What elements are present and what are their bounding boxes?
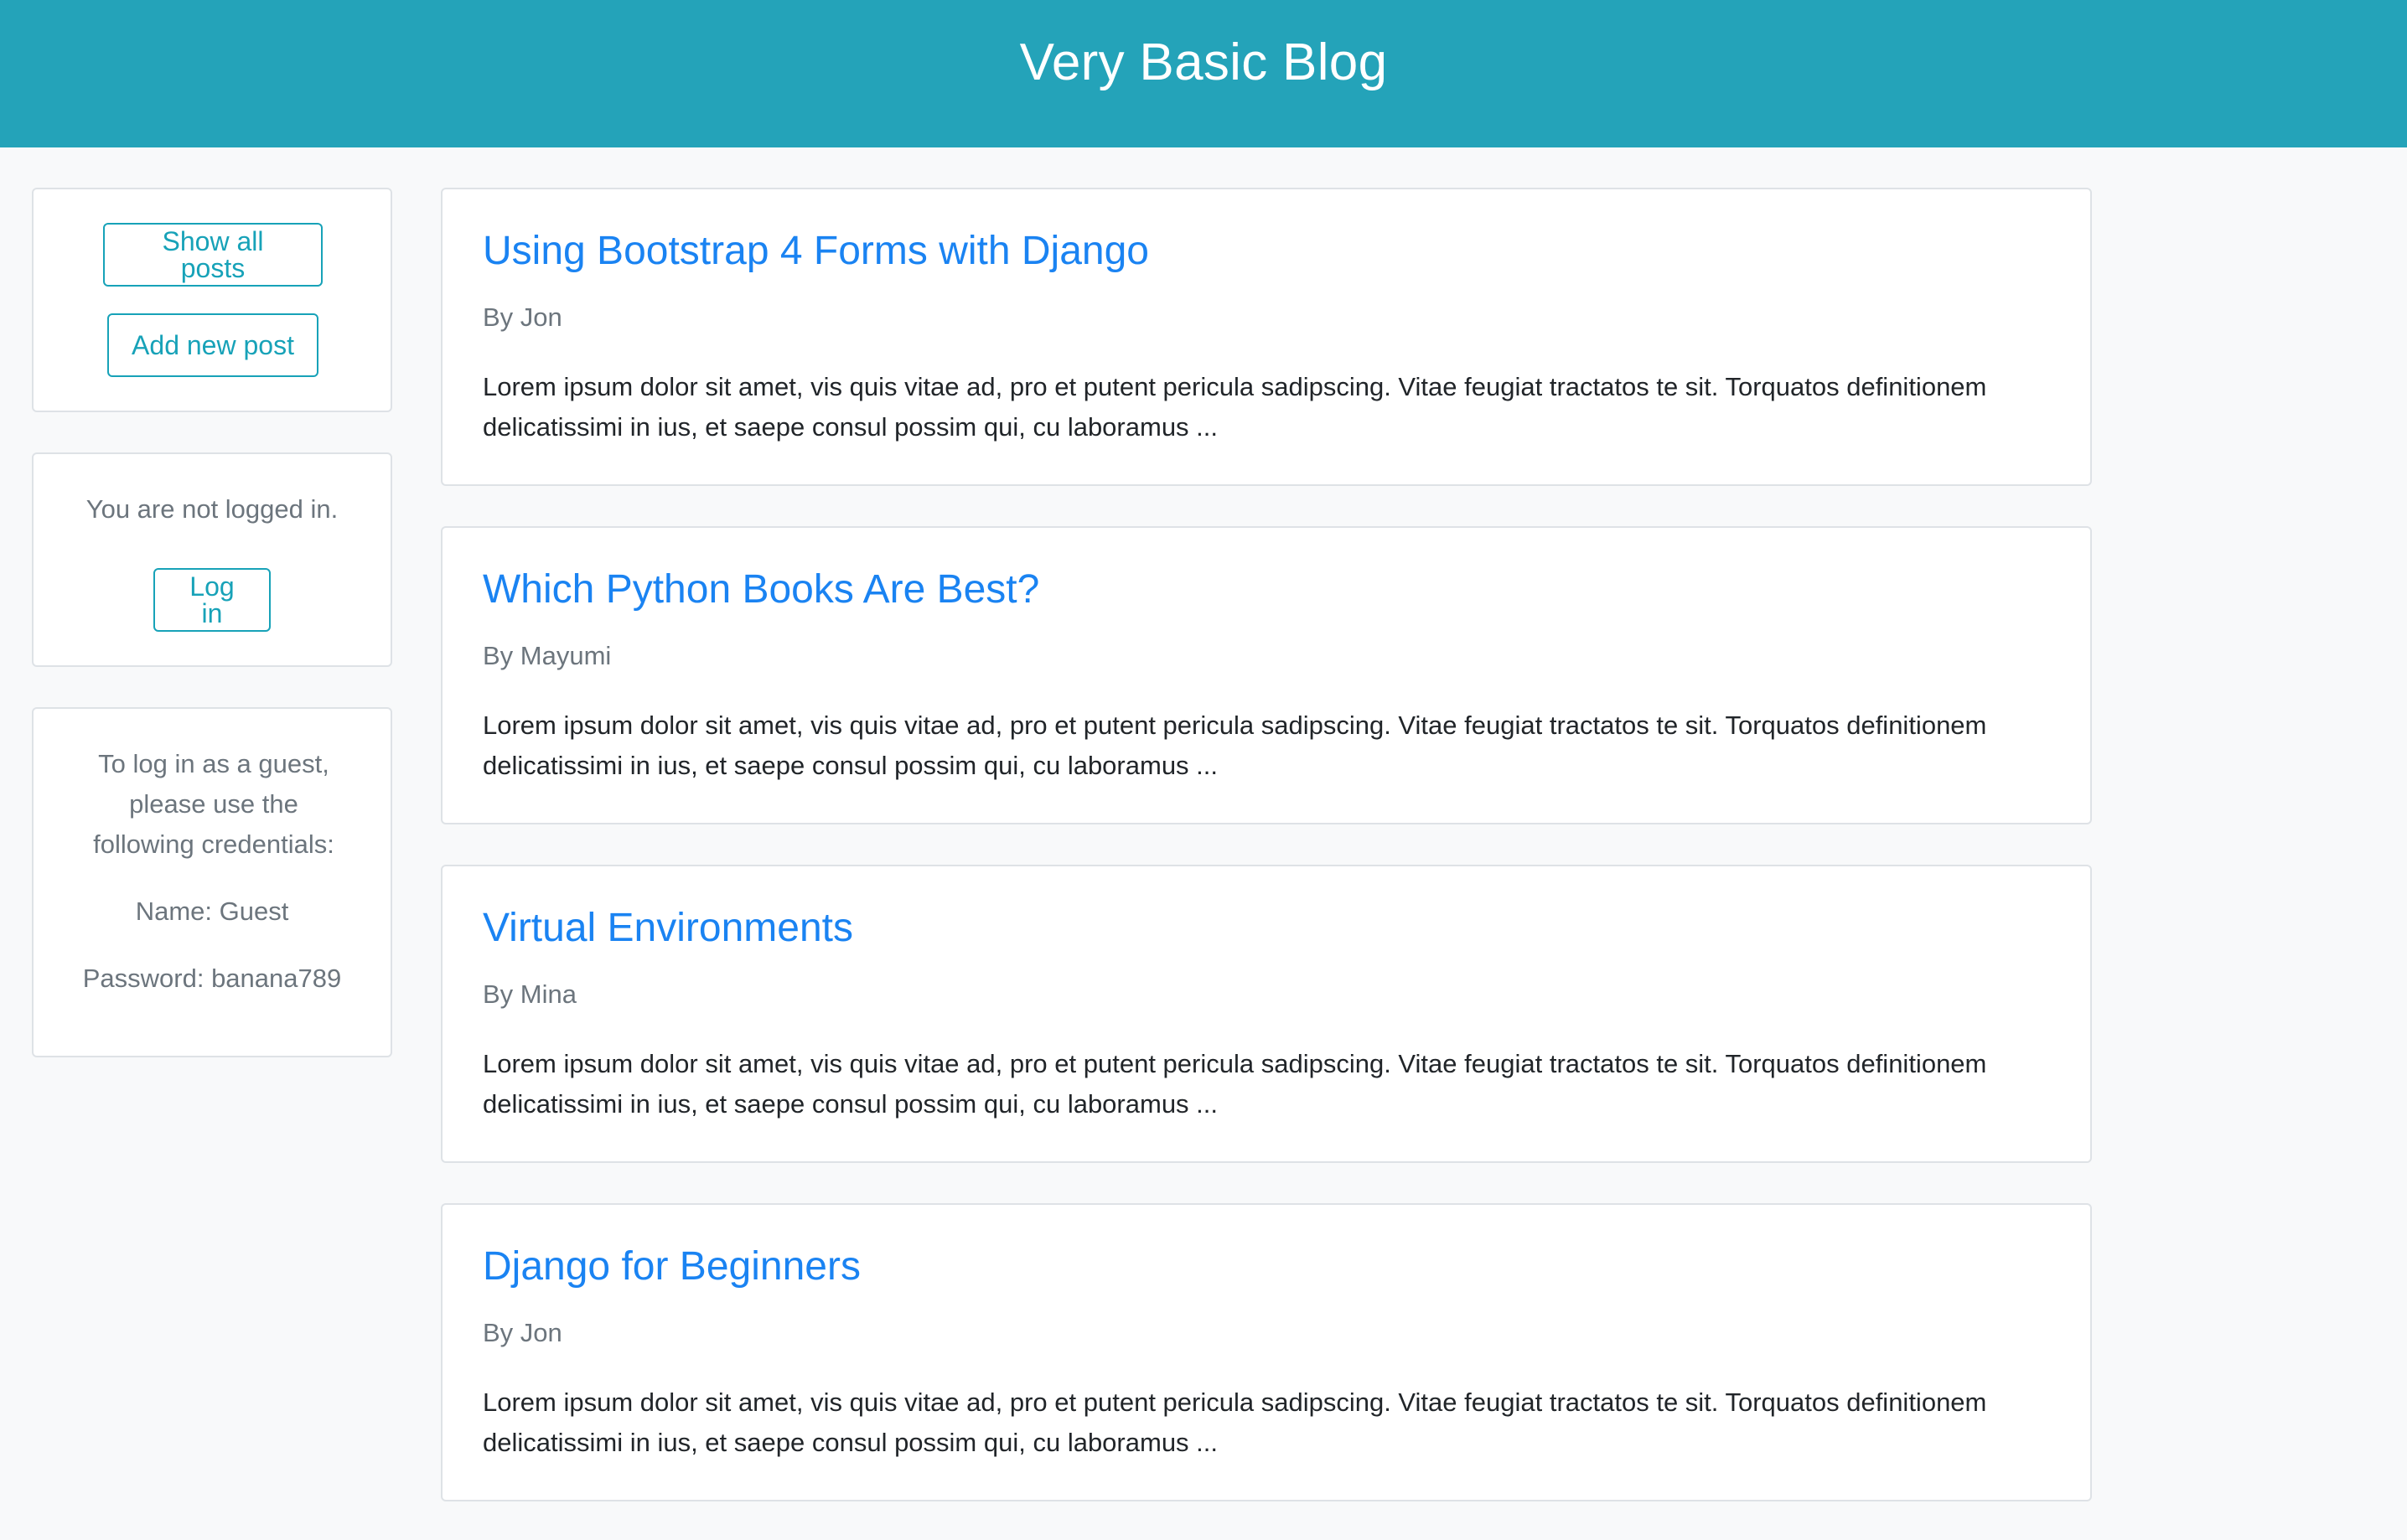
- post-excerpt: Lorem ipsum dolor sit amet, vis quis vit…: [483, 711, 1987, 780]
- post-card: Which Python Books Are Best? By Mayumi L…: [441, 526, 2092, 824]
- post-excerpt: Lorem ipsum dolor sit amet, vis quis vit…: [483, 1049, 1987, 1119]
- post-author: By Jon: [483, 302, 562, 332]
- post-card: Django for Beginners By Jon Lorem ipsum …: [441, 1203, 2092, 1501]
- guest-intro-text: To log in as a guest, please use the fol…: [93, 749, 334, 859]
- post-card: Using Bootstrap 4 Forms with Django By J…: [441, 188, 2092, 486]
- login-button[interactable]: Log in: [153, 568, 271, 632]
- site-header: Very Basic Blog: [0, 0, 2407, 147]
- post-title-link[interactable]: Which Python Books Are Best?: [483, 567, 1039, 612]
- site-title: Very Basic Blog: [1019, 34, 1388, 91]
- guest-password-text: Password: banana789: [82, 964, 342, 993]
- guest-name-text: Name: Guest: [135, 897, 289, 926]
- post-excerpt: Lorem ipsum dolor sit amet, vis quis vit…: [483, 372, 1987, 442]
- post-title-link[interactable]: Using Bootstrap 4 Forms with Django: [483, 229, 1149, 274]
- add-new-post-button[interactable]: Add new post: [107, 313, 318, 377]
- sidebar-nav-card: Show all posts Add new post: [32, 188, 392, 412]
- post-card: Virtual Environments By Mina Lorem ipsum…: [441, 865, 2092, 1163]
- post-author: By Mayumi: [483, 641, 612, 670]
- login-status-text: You are not logged in.: [85, 494, 339, 524]
- sidebar-guest-card: To log in as a guest, please use the fol…: [32, 707, 392, 1057]
- post-author: By Mina: [483, 979, 577, 1009]
- post-title-link[interactable]: Virtual Environments: [483, 906, 853, 951]
- sidebar-auth-card: You are not logged in. Log in: [32, 452, 392, 667]
- post-title-link[interactable]: Django for Beginners: [483, 1244, 861, 1289]
- post-excerpt: Lorem ipsum dolor sit amet, vis quis vit…: [483, 1388, 1987, 1457]
- show-all-posts-button[interactable]: Show all posts: [103, 223, 323, 287]
- post-author: By Jon: [483, 1318, 562, 1347]
